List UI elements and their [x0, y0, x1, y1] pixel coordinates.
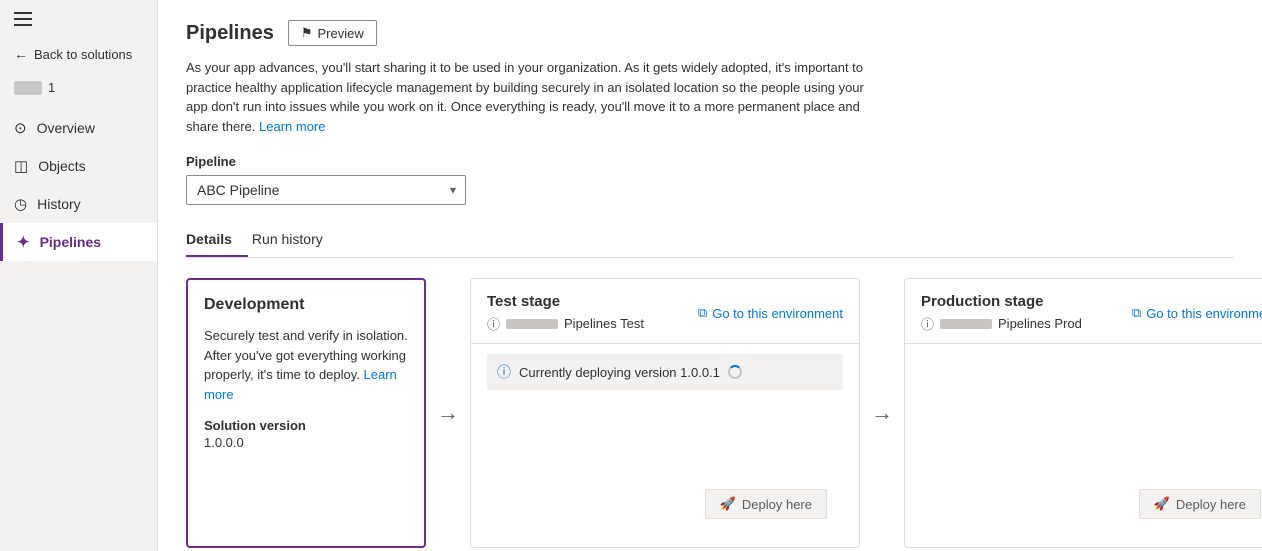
- sidebar-item-label: Overview: [37, 120, 95, 136]
- history-icon: ◷: [14, 195, 27, 213]
- overview-icon: ⊙: [14, 119, 27, 137]
- pipeline-label: Pipeline: [186, 154, 1234, 169]
- stage-test: Test stage ⓘ Pipelines Test ⧉ Go to this…: [470, 278, 860, 548]
- sidebar-user-number: 1: [48, 80, 55, 95]
- test-stage-title: Test stage: [487, 293, 644, 310]
- prod-goto-label: Go to this environment: [1146, 306, 1262, 321]
- test-stage-header: Test stage ⓘ Pipelines Test ⧉ Go to this…: [471, 279, 859, 344]
- deploying-text: Currently deploying version 1.0.0.1: [519, 365, 720, 380]
- pipeline-select[interactable]: ABC Pipeline: [186, 175, 466, 205]
- env-avatar-bar: [940, 319, 992, 329]
- prod-deploy-btn-wrap: 🚀 Deploy here: [905, 479, 1262, 547]
- test-env-row: ⓘ Pipelines Test: [487, 314, 644, 333]
- env-icon: ⓘ: [921, 314, 934, 333]
- arrow-dev-test: →: [426, 400, 470, 426]
- main-content: Pipelines ⚑ Preview As your app advances…: [158, 0, 1262, 551]
- sidebar-item-overview[interactable]: ⊙ Overview: [0, 109, 157, 147]
- env-icon: ⓘ: [487, 314, 500, 333]
- rocket-icon: 🚀: [1154, 496, 1170, 512]
- page-title: Pipelines: [186, 22, 274, 45]
- sidebar-item-pipelines[interactable]: ✦ Pipelines: [0, 223, 157, 261]
- prod-goto-env-button[interactable]: ⧉ Go to this environment: [1132, 305, 1262, 321]
- prod-env-name: Pipelines Prod: [998, 316, 1082, 331]
- sidebar-item-label: Pipelines: [40, 234, 101, 250]
- test-deploy-label: Deploy here: [742, 497, 812, 512]
- back-to-solutions-button[interactable]: ← Back to solutions: [0, 38, 157, 74]
- description-text: As your app advances, you'll start shari…: [186, 58, 866, 136]
- back-arrow-icon: ←: [14, 46, 28, 62]
- loading-spinner: [728, 365, 742, 379]
- sidebar-item-objects[interactable]: ◫ Objects: [0, 147, 157, 185]
- dev-stage-title: Development: [204, 296, 408, 314]
- sidebar-item-history[interactable]: ◷ History: [0, 185, 157, 223]
- env-avatar-bar: [506, 319, 558, 329]
- avatar: [14, 81, 42, 95]
- test-goto-env-button[interactable]: ⧉ Go to this environment: [698, 305, 843, 321]
- tabs-bar: Details Run history: [186, 223, 1234, 258]
- test-env-name: Pipelines Test: [564, 316, 644, 331]
- test-goto-label: Go to this environment: [712, 306, 843, 321]
- prod-stage-title: Production stage: [921, 293, 1082, 310]
- arrow-test-prod: →: [860, 400, 904, 426]
- solution-version-label: Solution version: [204, 418, 408, 433]
- pipeline-select-wrapper: ABC Pipeline ▾: [186, 175, 466, 205]
- stage-production: Production stage ⓘ Pipelines Prod ⧉ Go t…: [904, 278, 1262, 548]
- sidebar-item-label: Objects: [38, 158, 85, 174]
- external-link-icon: ⧉: [698, 305, 707, 321]
- prod-deploy-here-button[interactable]: 🚀 Deploy here: [1139, 489, 1261, 519]
- back-label: Back to solutions: [34, 47, 132, 62]
- page-header: Pipelines ⚑ Preview: [186, 20, 1234, 46]
- sidebar: ← Back to solutions 1 ⊙ Overview ◫ Objec…: [0, 0, 158, 551]
- test-stage-body: ⓘ Currently deploying version 1.0.0.1 🚀 …: [471, 344, 859, 547]
- preview-label: Preview: [317, 26, 363, 41]
- sidebar-user-row: 1: [0, 74, 157, 105]
- preview-button[interactable]: ⚑ Preview: [288, 20, 377, 46]
- tab-run-history[interactable]: Run history: [252, 223, 339, 257]
- test-deploy-btn-wrap: 🚀 Deploy here: [471, 479, 859, 547]
- dev-stage-description: Securely test and verify in isolation. A…: [204, 326, 408, 404]
- external-link-icon: ⧉: [1132, 305, 1141, 321]
- prod-env-row: ⓘ Pipelines Prod: [921, 314, 1082, 333]
- rocket-icon: 🚀: [720, 496, 736, 512]
- objects-icon: ◫: [14, 157, 28, 175]
- stages-container: Development Securely test and verify in …: [186, 278, 1234, 548]
- pipelines-icon: ✦: [17, 233, 30, 251]
- tab-details[interactable]: Details: [186, 223, 248, 257]
- learn-more-link[interactable]: Learn more: [259, 119, 325, 134]
- hamburger-icon: [14, 12, 143, 26]
- prod-deploy-label: Deploy here: [1176, 497, 1246, 512]
- prod-stage-body: 🚀 Deploy here: [905, 344, 1262, 547]
- stage-development: Development Securely test and verify in …: [186, 278, 426, 548]
- preview-icon: ⚑: [301, 25, 313, 41]
- sidebar-item-label: History: [37, 196, 81, 212]
- deploying-status-bar: ⓘ Currently deploying version 1.0.0.1: [487, 354, 843, 390]
- deploying-info-icon: ⓘ: [497, 362, 511, 382]
- test-deploy-here-button[interactable]: 🚀 Deploy here: [705, 489, 827, 519]
- hamburger-button[interactable]: [0, 0, 157, 38]
- prod-stage-header: Production stage ⓘ Pipelines Prod ⧉ Go t…: [905, 279, 1262, 344]
- solution-version-value: 1.0.0.0: [204, 435, 408, 450]
- sidebar-nav: ⊙ Overview ◫ Objects ◷ History ✦ Pipelin…: [0, 109, 157, 261]
